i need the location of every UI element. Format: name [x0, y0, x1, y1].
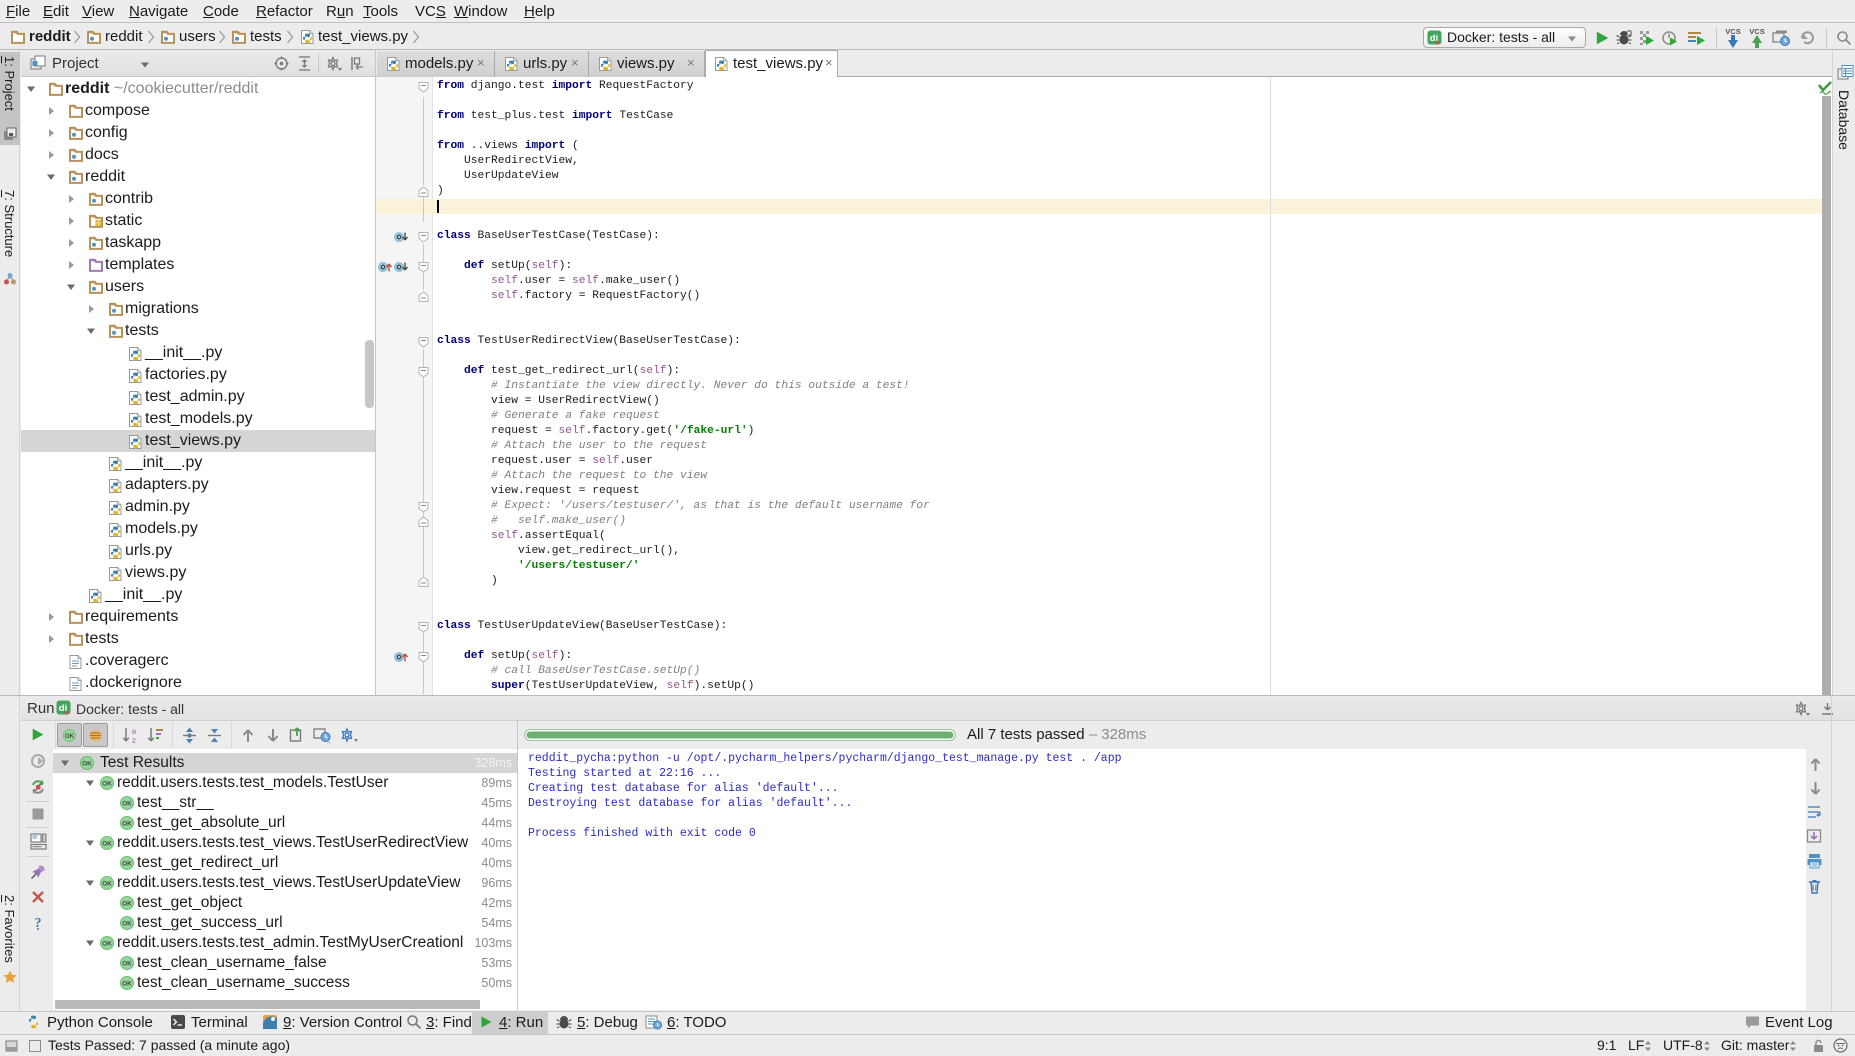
svg-text:OK: OK [82, 761, 92, 768]
svg-text:OK: OK [122, 821, 132, 828]
svg-text:OK: OK [122, 921, 132, 928]
svg-text:OK: OK [102, 781, 112, 788]
svg-text:OK: OK [122, 801, 132, 808]
svg-text:OK: OK [102, 941, 112, 948]
svg-text:a: a [132, 727, 137, 736]
svg-text:VCS: VCS [1725, 27, 1740, 36]
svg-text:OK: OK [122, 901, 132, 908]
svg-text:OK: OK [65, 734, 75, 740]
svg-text:OK: OK [122, 981, 132, 988]
svg-text:OK: OK [122, 861, 132, 868]
svg-text:?: ? [35, 916, 42, 930]
svg-text:OK: OK [102, 881, 112, 888]
svg-text:z: z [132, 736, 136, 744]
svg-text:OK: OK [122, 961, 132, 968]
svg-text:VCS: VCS [1749, 27, 1764, 36]
svg-text:OK: OK [102, 841, 112, 848]
